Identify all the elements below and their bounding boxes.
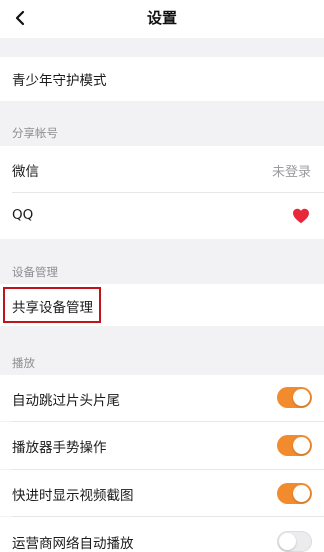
share-account-section-title: 分享帐号	[12, 126, 58, 140]
playback-section-title: 播放	[12, 356, 35, 370]
top-bar: 设置	[0, 0, 324, 38]
youth-mode-label: 青少年守护模式	[12, 73, 107, 89]
mobile-network-autoplay-toggle[interactable]	[277, 531, 312, 552]
youth-mode-row[interactable]: 青少年守护模式	[0, 57, 324, 101]
wechat-label: 微信	[12, 164, 39, 180]
device-management-section-title: 设备管理	[12, 265, 58, 279]
wechat-status: 未登录	[271, 165, 311, 180]
toggle-knob	[293, 485, 310, 502]
highlight-box	[3, 287, 101, 323]
toggle-knob	[293, 389, 310, 406]
toggle-knob	[279, 533, 296, 550]
gesture-control-toggle[interactable]	[277, 435, 312, 456]
wechat-row[interactable]: 微信 未登录	[0, 146, 324, 193]
auto-skip-intro-label: 自动跳过片头片尾	[12, 393, 120, 409]
gesture-control-row[interactable]: 播放器手势操作	[0, 422, 324, 469]
qq-label: QQ	[12, 207, 34, 223]
gesture-control-label: 播放器手势操作	[12, 440, 107, 456]
mobile-network-autoplay-row[interactable]: 运营商网络自动播放	[0, 517, 324, 552]
auto-skip-intro-toggle[interactable]	[277, 387, 312, 408]
seek-preview-row[interactable]: 快进时显示视频截图	[0, 470, 324, 516]
mobile-network-autoplay-label: 运营商网络自动播放	[12, 536, 134, 552]
page-title: 设置	[146, 9, 177, 27]
auto-skip-intro-row[interactable]: 自动跳过片头片尾	[0, 375, 324, 421]
qq-row[interactable]: QQ	[0, 193, 324, 239]
seek-preview-label: 快进时显示视频截图	[12, 488, 134, 504]
seek-preview-toggle[interactable]	[277, 483, 312, 504]
toggle-knob	[293, 437, 310, 454]
heart-icon	[293, 208, 309, 224]
